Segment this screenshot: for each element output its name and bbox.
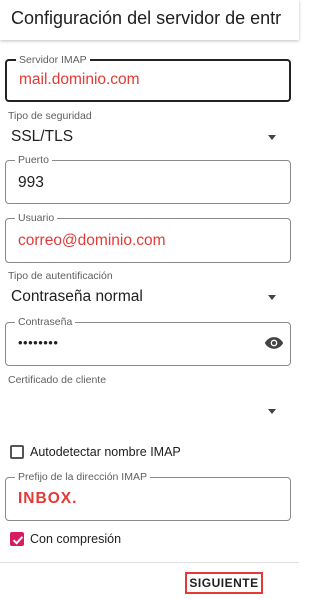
dropdown-arrow-icon bbox=[268, 409, 276, 414]
autodetect-label: Autodetectar nombre IMAP bbox=[30, 445, 181, 459]
imap-prefix-label: Prefijo de la dirección IMAP bbox=[15, 470, 150, 484]
page-title: Configuración del servidor de entr bbox=[11, 8, 282, 28]
compression-label: Con compresión bbox=[30, 532, 122, 546]
port-label: Puerto bbox=[15, 153, 52, 167]
app-bar: Configuración del servidor de entr bbox=[0, 0, 299, 40]
compression-checkbox[interactable] bbox=[10, 532, 24, 546]
auth-type-value: Contraseña normal bbox=[11, 288, 143, 305]
security-type-dropdown[interactable]: SSL/TLS bbox=[0, 122, 299, 152]
user-label: Usuario bbox=[15, 211, 58, 225]
imap-server-value: mail.dominio.com bbox=[19, 71, 140, 88]
autodetect-checkbox-row[interactable]: Autodetectar nombre IMAP bbox=[8, 442, 268, 464]
auth-type-dropdown[interactable]: Contraseña normal bbox=[0, 282, 299, 312]
password-value: •••••••• bbox=[18, 335, 59, 350]
dropdown-arrow-icon bbox=[268, 295, 276, 300]
check-icon bbox=[12, 536, 24, 545]
autodetect-checkbox[interactable] bbox=[10, 445, 24, 459]
port-field[interactable]: Puerto 993 bbox=[5, 153, 291, 204]
dropdown-arrow-icon bbox=[268, 135, 276, 140]
imap-prefix-value: INBOX. bbox=[18, 490, 78, 507]
security-type-value: SSL/TLS bbox=[11, 128, 74, 145]
footer-divider bbox=[0, 562, 299, 563]
user-field[interactable]: Usuario correo@dominio.com bbox=[5, 211, 291, 263]
user-value: correo@dominio.com bbox=[18, 232, 166, 249]
next-button[interactable]: SIGUIENTE bbox=[185, 572, 263, 594]
client-cert-dropdown[interactable] bbox=[0, 396, 299, 426]
auth-type-label: Tipo de autentificación bbox=[8, 270, 113, 282]
imap-prefix-field[interactable]: Prefijo de la dirección IMAP INBOX. bbox=[5, 470, 291, 521]
eye-icon[interactable] bbox=[264, 335, 284, 351]
security-type-label: Tipo de seguridad bbox=[8, 110, 92, 122]
client-cert-label: Certificado de cliente bbox=[8, 374, 107, 386]
imap-server-label: Servidor IMAP bbox=[16, 53, 90, 67]
imap-server-field[interactable]: Servidor IMAP mail.dominio.com bbox=[5, 53, 291, 102]
port-value: 993 bbox=[18, 174, 44, 191]
password-field[interactable]: Contraseña •••••••• bbox=[5, 315, 291, 366]
compression-checkbox-row[interactable]: Con compresión bbox=[8, 529, 268, 551]
password-label: Contraseña bbox=[15, 315, 76, 329]
